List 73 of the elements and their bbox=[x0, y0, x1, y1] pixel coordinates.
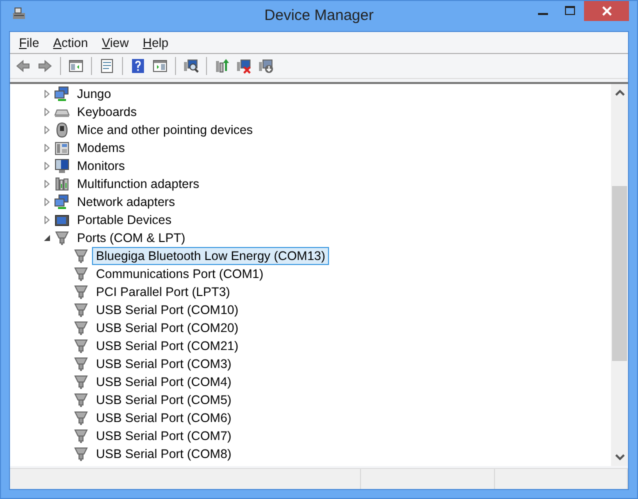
scroll-up-icon[interactable] bbox=[614, 89, 624, 97]
menu-item[interactable]: File bbox=[13, 36, 48, 50]
expand-icon[interactable] bbox=[43, 180, 51, 188]
disable-icon[interactable] bbox=[258, 58, 274, 74]
connector-icon bbox=[73, 338, 89, 354]
connector-icon bbox=[73, 284, 89, 300]
connector-icon bbox=[73, 392, 89, 408]
expand-icon[interactable] bbox=[43, 144, 51, 152]
tree-item[interactable]: Bluegiga Bluetooth Low Energy (COM13) bbox=[92, 247, 330, 265]
modem-icon bbox=[54, 140, 70, 156]
expand-icon[interactable] bbox=[43, 126, 51, 134]
tree-item[interactable]: USB Serial Port (COM7) bbox=[92, 427, 236, 445]
tree-item[interactable]: Ports (COM & LPT) bbox=[73, 229, 190, 247]
tree-item[interactable]: PCI Parallel Port (LPT3) bbox=[92, 283, 234, 301]
monitor-icon bbox=[54, 158, 70, 174]
tree-item[interactable]: USB Serial Port (COM6) bbox=[92, 409, 236, 427]
tree-item[interactable]: Multifunction adapters bbox=[73, 175, 204, 193]
connector-icon bbox=[73, 356, 89, 372]
maximize-icon[interactable] bbox=[564, 6, 574, 16]
window-title: Device Manager bbox=[264, 7, 374, 24]
expand-icon[interactable] bbox=[43, 216, 51, 224]
tree-item[interactable]: Communications Port (COM1) bbox=[92, 265, 268, 283]
computer-icon bbox=[11, 6, 27, 22]
menu-item[interactable]: View bbox=[96, 36, 137, 50]
back-icon[interactable] bbox=[15, 58, 31, 74]
expand-icon[interactable] bbox=[43, 162, 51, 170]
close-button[interactable] bbox=[584, 1, 629, 21]
scan-icon[interactable] bbox=[183, 58, 199, 74]
connector-icon bbox=[73, 410, 89, 426]
connector-icon bbox=[73, 302, 89, 318]
tree-item[interactable]: Keyboards bbox=[73, 103, 141, 121]
adapter-icon bbox=[54, 176, 70, 192]
tree-item[interactable]: Mice and other pointing devices bbox=[73, 121, 257, 139]
collapse-icon[interactable] bbox=[43, 234, 51, 242]
tree-item[interactable]: USB Serial Port (COM3) bbox=[92, 355, 236, 373]
close-icon bbox=[602, 6, 612, 16]
tree-item[interactable]: Modems bbox=[73, 139, 129, 157]
panel-icon[interactable] bbox=[152, 58, 168, 74]
network-icon bbox=[54, 86, 70, 102]
connector-icon bbox=[73, 428, 89, 444]
tree-item[interactable]: USB Serial Port (COM8) bbox=[92, 445, 236, 463]
mouse-icon bbox=[54, 122, 70, 138]
connector-icon bbox=[73, 266, 89, 282]
connector-icon bbox=[73, 248, 89, 264]
document-icon[interactable] bbox=[99, 58, 115, 74]
menu-item[interactable]: Help bbox=[136, 36, 177, 50]
forward-icon[interactable] bbox=[37, 58, 53, 74]
uninstall-icon[interactable] bbox=[236, 58, 252, 74]
tree-item[interactable]: USB Serial Port (COM5) bbox=[92, 391, 236, 409]
menu-item[interactable]: Action bbox=[47, 36, 96, 50]
device-icon bbox=[54, 212, 70, 228]
scroll-down-icon[interactable] bbox=[614, 453, 624, 461]
tree-item[interactable]: Network adapters bbox=[73, 193, 179, 211]
scrollbar-thumb[interactable] bbox=[612, 186, 627, 361]
scrollbar[interactable] bbox=[611, 84, 628, 466]
tree-item[interactable]: Portable Devices bbox=[73, 211, 176, 229]
connector-icon bbox=[54, 230, 70, 246]
help-icon[interactable] bbox=[130, 58, 146, 74]
tree-item[interactable]: Monitors bbox=[73, 157, 129, 175]
connector-icon bbox=[73, 446, 89, 462]
tree-item[interactable]: USB Serial Port (COM20) bbox=[92, 319, 242, 337]
connector-icon bbox=[73, 320, 89, 336]
connector-icon bbox=[73, 374, 89, 390]
tree-item[interactable]: USB Serial Port (COM21) bbox=[92, 337, 242, 355]
update-icon[interactable] bbox=[214, 58, 230, 74]
network-icon bbox=[54, 194, 70, 210]
tree-item[interactable]: Jungo bbox=[73, 85, 116, 103]
expand-icon[interactable] bbox=[43, 90, 51, 98]
tree-item[interactable]: USB Serial Port (COM4) bbox=[92, 373, 236, 391]
panel-icon[interactable] bbox=[68, 58, 84, 74]
expand-icon[interactable] bbox=[43, 108, 51, 116]
expand-icon[interactable] bbox=[43, 198, 51, 206]
tree-item[interactable]: USB Serial Port (COM10) bbox=[92, 301, 242, 319]
